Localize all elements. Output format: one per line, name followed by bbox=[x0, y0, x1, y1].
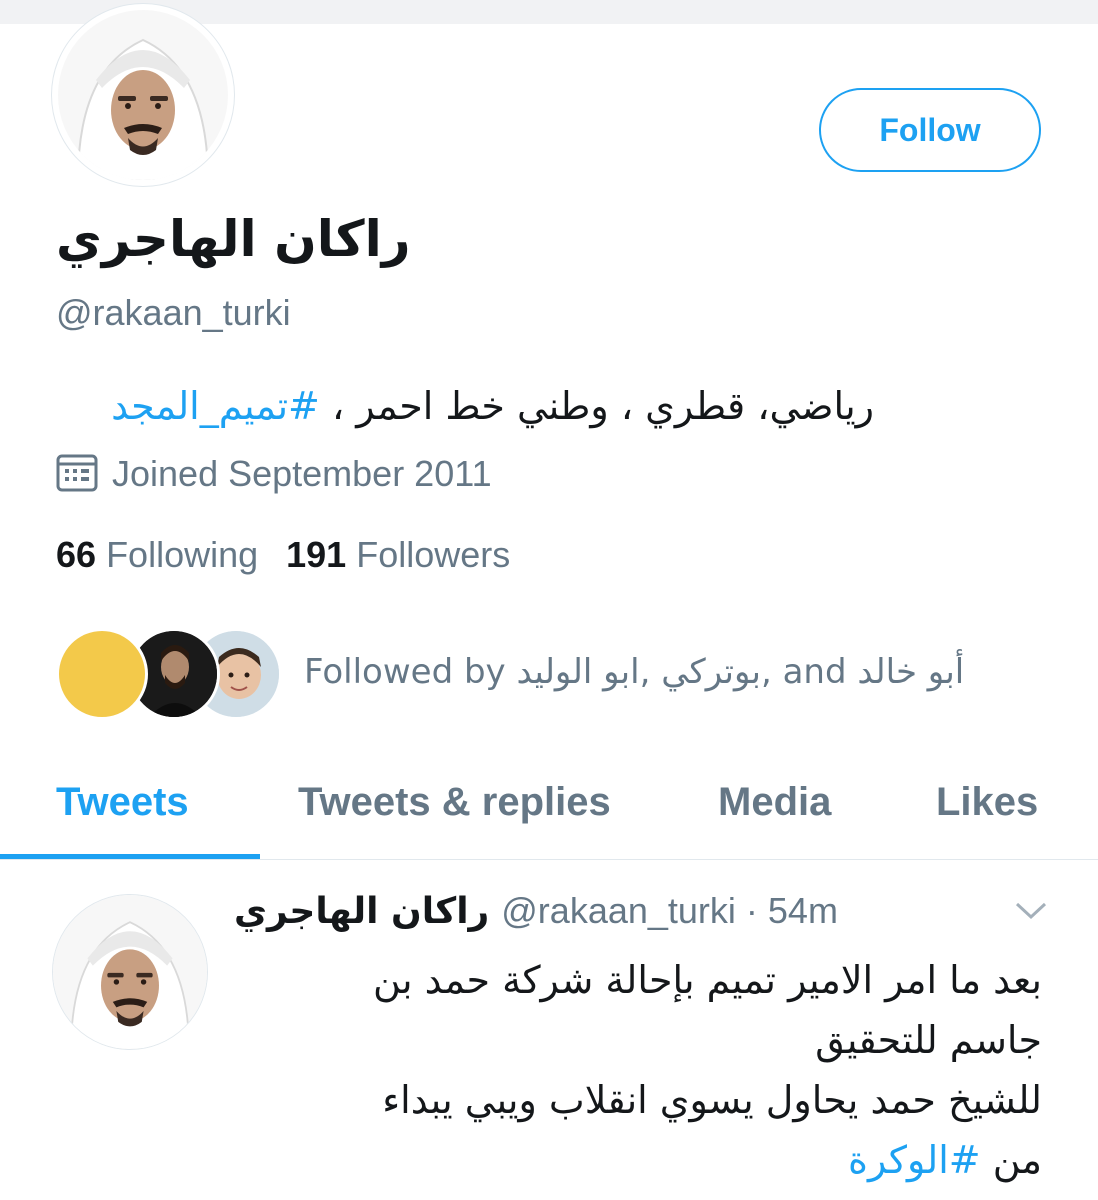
avatar-image bbox=[58, 10, 228, 180]
profile-display-name: راكان الهاجري bbox=[56, 210, 411, 268]
following-count: 66 bbox=[56, 534, 97, 575]
followers-count: 191 bbox=[286, 534, 347, 575]
followers-stat[interactable]: 191 Followers bbox=[286, 534, 510, 576]
tweet-header: راكان الهاجري @rakaan_turki · 54m bbox=[234, 890, 838, 932]
bio-hashtag-link[interactable]: #تميم_المجد bbox=[111, 384, 320, 428]
profile-handle: @rakaan_turki bbox=[56, 292, 291, 333]
tab-tweets[interactable]: Tweets bbox=[56, 780, 189, 825]
profile-tabs: Tweets Tweets & replies Media Likes bbox=[0, 770, 1098, 860]
tweet-line: جاسم للتحقيق bbox=[815, 1018, 1042, 1062]
tweet-hashtag-link[interactable]: #الوكرة bbox=[848, 1138, 981, 1182]
tab-media[interactable]: Media bbox=[718, 780, 831, 825]
tweet-item[interactable]: راكان الهاجري @rakaan_turki · 54m بعد ما… bbox=[0, 862, 1098, 1200]
calendar-icon bbox=[56, 452, 98, 496]
profile-avatar[interactable] bbox=[52, 4, 234, 186]
tweet-text: بعد ما امر الامير تميم بإحالة شركة حمد ب… bbox=[222, 950, 1042, 1190]
tweet-line-prefix: من bbox=[980, 1138, 1042, 1182]
followed-by-row[interactable]: Followed by بوتركي ,ابو الوليد, and أبو … bbox=[56, 628, 1036, 720]
profile-stats: 66 Following 191 Followers bbox=[56, 534, 510, 576]
followers-label: Followers bbox=[356, 534, 511, 575]
following-label: Following bbox=[106, 534, 259, 575]
joined-date: Joined September 2011 bbox=[56, 452, 492, 496]
tweet-handle-time: @rakaan_turki · 54m bbox=[501, 890, 838, 931]
tab-likes[interactable]: Likes bbox=[936, 780, 1038, 825]
follow-button[interactable]: Follow bbox=[819, 88, 1041, 172]
follower-avatar bbox=[56, 628, 148, 720]
bio-text: رياضي، قطري ، وطني خط احمر ، bbox=[319, 384, 874, 428]
tweet-author-avatar[interactable] bbox=[52, 894, 208, 1050]
tab-tweets-and-replies[interactable]: Tweets & replies bbox=[298, 780, 611, 825]
tweet-author-name[interactable]: راكان الهاجري bbox=[234, 891, 489, 932]
active-tab-indicator bbox=[0, 854, 260, 859]
joined-text: Joined September 2011 bbox=[112, 453, 492, 494]
tweet-line: بعد ما امر الامير تميم بإحالة شركة حمد ب… bbox=[373, 958, 1042, 1002]
following-stat[interactable]: 66 Following bbox=[56, 534, 258, 576]
tweet-line: من #الوكرة bbox=[222, 1130, 1042, 1190]
tweet-line: للشيخ حمد يحاول يسوي انقلاب ويبي يبداء bbox=[382, 1078, 1042, 1122]
chevron-down-icon[interactable] bbox=[1014, 900, 1048, 926]
profile-bio: رياضي، قطري ، وطني خط احمر ، #تميم_المجد bbox=[111, 384, 874, 428]
followed-by-text[interactable]: Followed by بوتركي ,ابو الوليد, and أبو … bbox=[304, 652, 964, 692]
